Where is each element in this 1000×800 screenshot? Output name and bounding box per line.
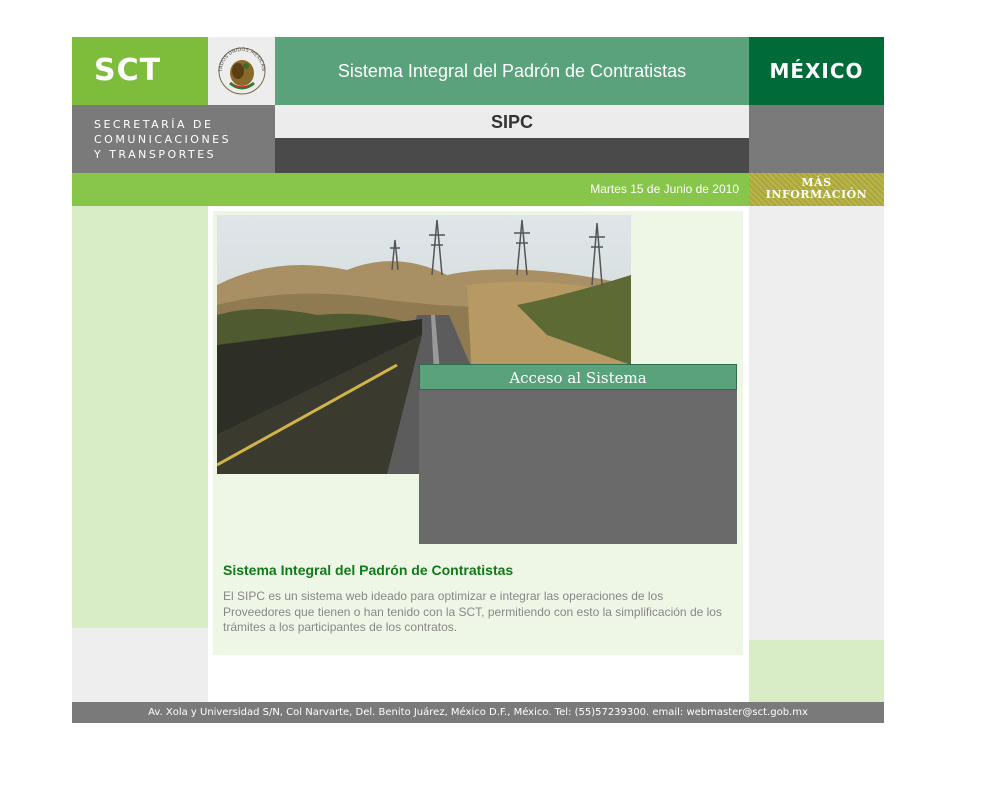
secretaria-line-1: SECRETARÍA DE (94, 118, 214, 131)
header-dark-strip (275, 138, 749, 173)
sipc-label: SIPC (490, 112, 533, 132)
current-date: Martes 15 de Junio de 2010 (590, 182, 739, 196)
system-title-bar: Sistema Integral del Padrón de Contratis… (275, 37, 749, 105)
secretaria-block: SECRETARÍA DE COMUNICACIONES Y TRANSPORT… (72, 105, 275, 173)
right-column (749, 206, 884, 640)
secretaria-line-2: COMUNICACIONES (94, 133, 232, 146)
more-info-line-2: INFORMACIÓN (765, 188, 868, 201)
system-title: Sistema Integral del Padrón de Contratis… (337, 61, 687, 81)
more-info-button[interactable]: MÁS INFORMACIÓN (749, 173, 884, 206)
secretaria-line-3: Y TRANSPORTES (94, 148, 217, 161)
right-column-bottom (749, 640, 884, 702)
date-bar: Martes 15 de Junio de 2010 (72, 173, 749, 206)
sipc-bar: SIPC (275, 105, 749, 138)
mexico-logo-text: MÉXICO (769, 59, 864, 83)
eagle-seal-icon: ESTADOS UNIDOS MEXICANOS (206, 33, 266, 95)
sct-logo[interactable]: SCT (72, 37, 208, 105)
access-panel (419, 364, 737, 544)
info-description: El SIPC es un sistema web ideado para op… (223, 589, 722, 634)
access-system-button[interactable]: Acceso al Sistema (419, 364, 737, 390)
secretaria-name: SECRETARÍA DE COMUNICACIONES Y TRANSPORT… (94, 117, 231, 162)
left-column (72, 206, 208, 628)
header-right-block (749, 105, 884, 173)
left-column-bottom (72, 628, 208, 702)
access-system-label: Acceso al Sistema (509, 369, 647, 387)
sct-logo-text: SCT (94, 53, 162, 88)
info-title: Sistema Integral del Padrón de Contratis… (223, 562, 514, 578)
footer-address: Av. Xola y Universidad S/N, Col Narvarte… (148, 707, 808, 718)
mexico-logo[interactable]: MÉXICO (749, 37, 884, 105)
footer: Av. Xola y Universidad S/N, Col Narvarte… (72, 702, 884, 723)
national-seal: ESTADOS UNIDOS MEXICANOS (206, 33, 275, 105)
